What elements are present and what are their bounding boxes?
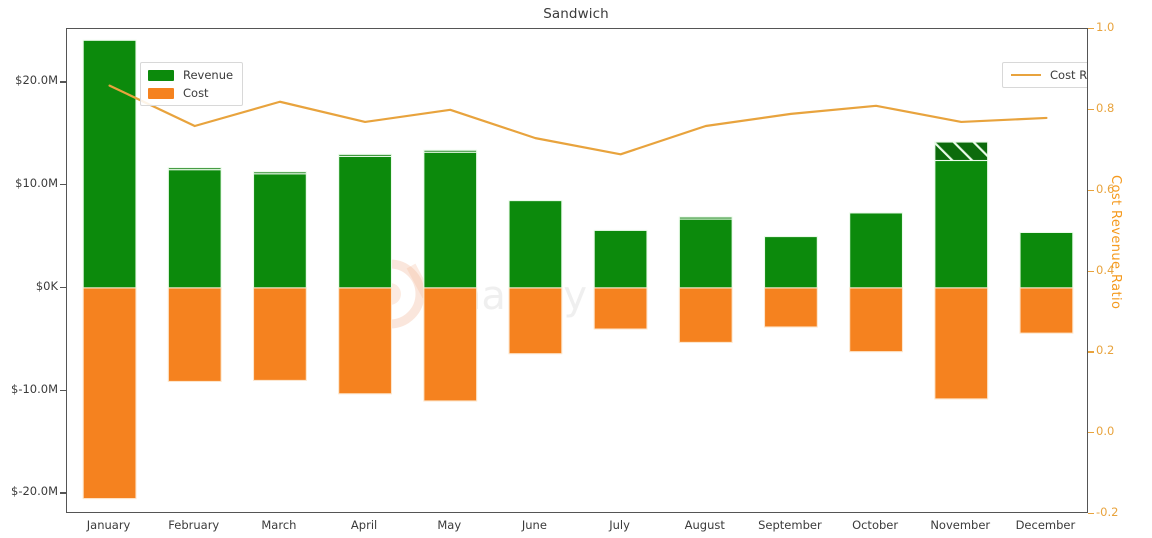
y2-tick-mark	[1088, 108, 1094, 111]
orange-line-icon	[1011, 74, 1041, 76]
y-tick-label: $10.0M	[15, 176, 58, 191]
y2-tick-mark	[1088, 189, 1094, 191]
y-tick-label: $20.0M	[15, 73, 58, 88]
x-tick-label: December	[1015, 518, 1076, 532]
legend-item-ratio[interactable]: Cost Revenue Ratio	[1011, 68, 1087, 82]
right-axis-label: Cost Revenue Ratio	[1108, 175, 1123, 310]
y2-tick-label: 0.8	[1096, 100, 1115, 115]
chart-figure: Sandwich $20.0M $10.0M $0K $-10.0M $-20.0M 1…	[0, 0, 1152, 538]
y2-tick-mark	[1088, 351, 1094, 353]
y2-tick-mark	[1088, 513, 1094, 515]
y2-tick-label: 1.0	[1096, 20, 1115, 34]
y2-tick-label: 0.0	[1096, 424, 1115, 439]
orange-square-icon	[148, 87, 174, 99]
y2-tick-label: -0.2	[1096, 505, 1119, 519]
legend-bars[interactable]: Revenue Cost	[140, 62, 244, 106]
page-title: Sandwich	[543, 6, 609, 22]
legend-ratio[interactable]: Cost Revenue Ratio	[1002, 62, 1087, 88]
cost-revenue-ratio-line	[108, 84, 1048, 156]
legend-label-revenue: Revenue	[183, 68, 234, 82]
y2-tick-mark	[1088, 432, 1094, 434]
legend-label-ratio: Cost Revenue Ratio	[1050, 68, 1087, 82]
y-tick-label: $-20.0M	[11, 484, 58, 499]
plot-area: chartpy Revenue Cost	[66, 28, 1088, 513]
y2-tick-mark	[1088, 28, 1094, 30]
legend-label-cost: Cost	[183, 86, 209, 100]
y2-tick-label: 0.2	[1096, 343, 1115, 358]
green-square-icon	[148, 69, 174, 81]
legend-item-revenue[interactable]: Revenue	[148, 68, 233, 82]
y-tick-label: $0K	[35, 278, 58, 293]
y-tick-label: $-10.0M	[11, 381, 58, 396]
legend-item-cost[interactable]: Cost	[148, 86, 233, 100]
y2-tick-mark	[1088, 270, 1094, 272]
